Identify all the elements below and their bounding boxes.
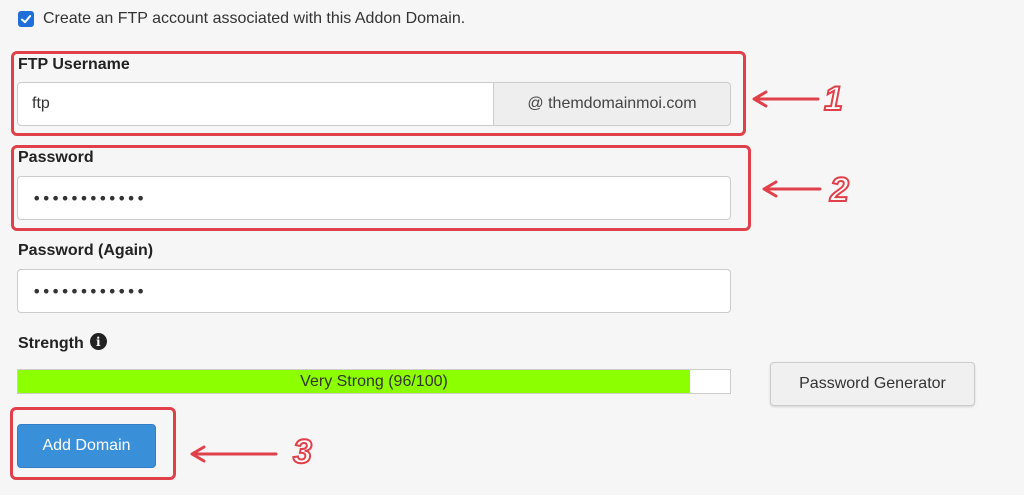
annotation-number-2: 2 [829, 170, 850, 210]
annotation-number-1: 1 [823, 79, 844, 119]
annotation-arrow-1 [752, 90, 820, 108]
checkmark-icon [21, 15, 32, 24]
strength-label-row: Strength i [18, 333, 107, 353]
strength-label: Strength [18, 335, 84, 352]
annotation-box-password [11, 145, 751, 231]
annotation-number-3: 3 [292, 432, 313, 472]
password-again-label: Password (Again) [18, 242, 154, 259]
annotation-box-add-domain [10, 407, 176, 480]
info-icon[interactable]: i [89, 333, 107, 351]
annotation-arrow-3 [190, 445, 278, 463]
annotation-box-ftp-username [11, 51, 746, 136]
password-again-input[interactable]: •••••••••••• [17, 269, 731, 313]
password-generator-button[interactable]: Password Generator [770, 362, 975, 406]
ftp-account-checkbox[interactable] [18, 11, 34, 27]
password-again-value: •••••••••••• [32, 281, 146, 301]
strength-meter: Very Strong (96/100) [17, 369, 731, 394]
strength-meter-text: Very Strong (96/100) [300, 372, 448, 390]
annotation-arrow-2 [762, 180, 822, 198]
ftp-account-checkbox-label: Create an FTP account associated with th… [43, 10, 466, 27]
ftp-account-checkbox-row[interactable]: Create an FTP account associated with th… [18, 9, 465, 29]
